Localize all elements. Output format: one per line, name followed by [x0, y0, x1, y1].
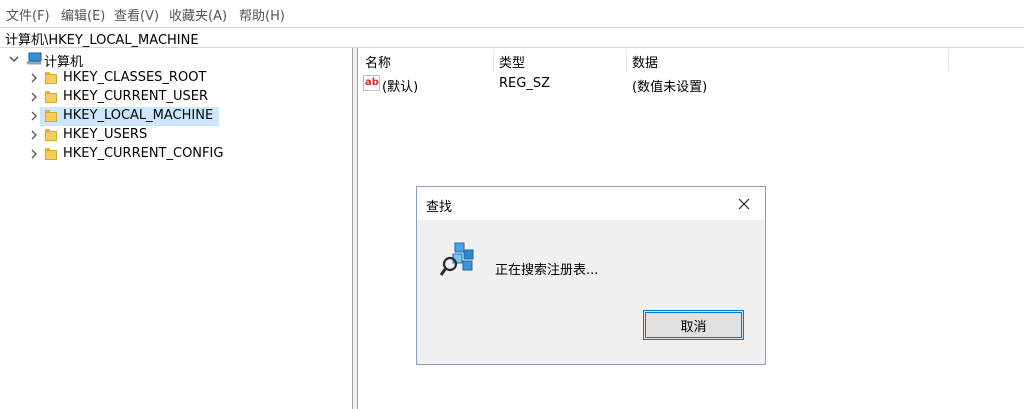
- address-bar[interactable]: 计算机\HKEY_LOCAL_MACHINE: [0, 27, 1024, 48]
- dialog-titlebar[interactable]: 查找: [417, 187, 765, 220]
- column-header-type[interactable]: 类型: [499, 52, 525, 71]
- column-header-name[interactable]: 名称: [365, 52, 391, 71]
- column-divider[interactable]: [948, 50, 949, 71]
- menu-file[interactable]: 文件(F): [6, 5, 50, 24]
- tree-item-label: HKEY_USERS: [63, 127, 148, 142]
- dialog-title: 查找: [426, 200, 453, 215]
- chevron-down-icon[interactable]: [9, 53, 19, 65]
- column-divider[interactable]: [493, 50, 494, 71]
- folder-icon: [45, 91, 57, 103]
- menu-help[interactable]: 帮助(H): [239, 5, 285, 24]
- chevron-right-icon[interactable]: [29, 72, 39, 84]
- find-dialog: 查找 正在搜索注册表... 取消: [416, 186, 766, 365]
- close-icon[interactable]: [729, 191, 759, 217]
- cancel-button[interactable]: 取消: [643, 310, 744, 340]
- folder-icon: [45, 148, 57, 160]
- tree-root-label: 计算机: [44, 55, 84, 70]
- tree-root-computer[interactable]: 计算机: [0, 50, 200, 70]
- tree-item-hkey-local-machine[interactable]: HKEY_LOCAL_MACHINE: [0, 107, 240, 126]
- menu-view[interactable]: 查看(V): [114, 5, 159, 24]
- value-data: (数值未设置): [632, 80, 708, 95]
- chevron-right-icon[interactable]: [29, 148, 39, 160]
- chevron-right-icon[interactable]: [29, 129, 39, 141]
- menu-bar: 文件(F) 编辑(E) 查看(V) 收藏夹(A) 帮助(H): [0, 0, 1024, 27]
- chevron-right-icon[interactable]: [29, 110, 39, 122]
- string-value-icon: ab: [363, 75, 380, 91]
- tree-item-hkey-classes-root[interactable]: HKEY_CLASSES_ROOT: [0, 69, 240, 88]
- folder-icon: [45, 72, 57, 84]
- value-name: (默认): [382, 80, 419, 95]
- column-divider[interactable]: [626, 50, 627, 71]
- tree-pane: 计算机 HKEY_CLASSES_ROOT HKEY_CURRENT_USER …: [0, 48, 353, 409]
- menu-favorites[interactable]: 收藏夹(A): [169, 5, 227, 24]
- value-type: REG_SZ: [499, 76, 550, 91]
- folder-icon: [45, 110, 57, 122]
- address-path[interactable]: 计算机\HKEY_LOCAL_MACHINE: [5, 29, 199, 48]
- menu-edit[interactable]: 编辑(E): [61, 5, 105, 24]
- registry-search-icon: [439, 241, 475, 279]
- tree-item-label: HKEY_CLASSES_ROOT: [63, 70, 207, 85]
- tree-item-label: HKEY_CURRENT_CONFIG: [63, 146, 224, 161]
- tree-item-hkey-current-config[interactable]: HKEY_CURRENT_CONFIG: [0, 145, 240, 164]
- tree-item-label: HKEY_CURRENT_USER: [63, 89, 209, 104]
- tree-item-hkey-users[interactable]: HKEY_USERS: [0, 126, 240, 145]
- folder-icon: [45, 129, 57, 141]
- dialog-message: 正在搜索注册表...: [495, 263, 599, 278]
- tree-item-label: HKEY_LOCAL_MACHINE: [63, 108, 214, 123]
- computer-icon: [26, 52, 42, 66]
- chevron-right-icon[interactable]: [29, 91, 39, 103]
- tree-item-hkey-current-user[interactable]: HKEY_CURRENT_USER: [0, 88, 240, 107]
- column-header-data[interactable]: 数据: [632, 52, 658, 71]
